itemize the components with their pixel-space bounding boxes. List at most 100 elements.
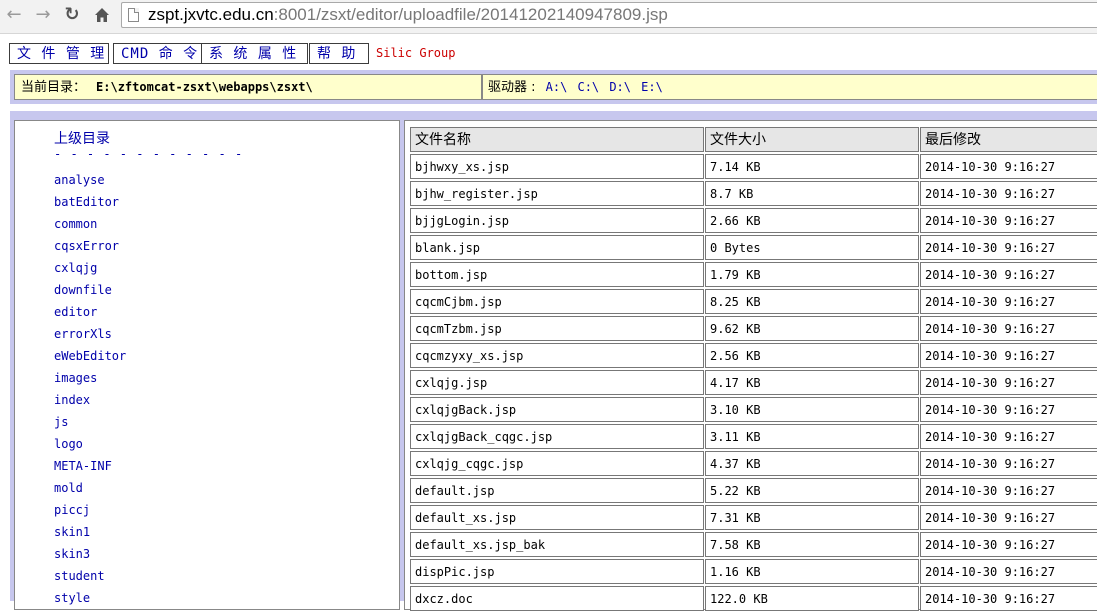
back-arrow-icon[interactable]: ← — [3, 4, 25, 26]
file-size-cell: 7.31 KB — [705, 505, 919, 530]
file-size-cell: 4.37 KB — [705, 451, 919, 476]
drive-link-a[interactable]: A:\ — [546, 80, 568, 94]
file-size-cell: 8.7 KB — [705, 181, 919, 206]
file-manage-button[interactable]: 文 件 管 理 — [9, 43, 109, 64]
folder-tree: 上级目录 - - - - - - - - - - - - analyse batE… — [14, 120, 400, 610]
path-bar: 当前目录： E:\zftomcat-zsxt\webapps\zsxt\ 驱动器 … — [10, 70, 1097, 104]
column-header-size[interactable]: 文件大小 — [705, 127, 919, 152]
file-name-cell[interactable]: default.jsp — [410, 478, 704, 503]
current-directory-value: E:\zftomcat-zsxt\webapps\zsxt\ — [96, 80, 313, 94]
file-modified-cell: 2014-10-30 9:16:27 — [920, 343, 1097, 368]
file-modified-cell: 2014-10-30 9:16:27 — [920, 154, 1097, 179]
system-properties-button[interactable]: 系 统 属 性 — [201, 43, 308, 64]
file-size-cell: 7.14 KB — [705, 154, 919, 179]
drive-link-d[interactable]: D:\ — [609, 80, 631, 94]
folder-link[interactable]: batEditor — [54, 195, 119, 209]
reload-icon[interactable]: ↻ — [61, 4, 83, 26]
folder-link[interactable]: cxlqjg — [54, 261, 97, 275]
file-modified-cell: 2014-10-30 9:16:27 — [920, 370, 1097, 395]
forward-arrow-icon[interactable]: → — [32, 4, 54, 26]
current-directory: 当前目录： E:\zftomcat-zsxt\webapps\zsxt\ — [14, 74, 482, 100]
drives-label: 驱动器 : — [488, 80, 536, 95]
file-name-cell[interactable]: cqcmTzbm.jsp — [410, 316, 704, 341]
file-name-cell[interactable]: default_xs.jsp_bak — [410, 532, 704, 557]
file-name-cell[interactable]: cqcmzyxy_xs.jsp — [410, 343, 704, 368]
file-size-cell: 2.66 KB — [705, 208, 919, 233]
file-modified-cell: 2014-10-30 9:16:27 — [920, 181, 1097, 206]
file-table: 文件名称 文件大小 最后修改 bjhwxy_xs.jsp 7.14 KB 2014-… — [404, 120, 1097, 611]
folder-link[interactable]: analyse — [54, 173, 105, 187]
file-size-cell: 9.62 KB — [705, 316, 919, 341]
file-modified-cell: 2014-10-30 9:16:27 — [920, 424, 1097, 449]
folder-link[interactable]: downfile — [54, 283, 112, 297]
drive-link-e[interactable]: E:\ — [641, 80, 663, 94]
folder-link[interactable]: skin1 — [54, 525, 90, 539]
help-button[interactable]: 帮 助 — [309, 43, 369, 64]
page-icon — [128, 8, 139, 22]
parent-directory-link[interactable]: 上级目录 — [54, 128, 110, 148]
file-modified-cell: 2014-10-30 9:16:27 — [920, 289, 1097, 314]
folder-link[interactable]: piccj — [54, 503, 90, 517]
file-size-cell: 1.16 KB — [705, 559, 919, 584]
tree-separator: - - - - - - - - - - - - — [54, 147, 244, 161]
main-frame: 上级目录 - - - - - - - - - - - - analyse batE… — [10, 111, 1097, 611]
file-size-cell: 5.22 KB — [705, 478, 919, 503]
file-size-cell: 4.17 KB — [705, 370, 919, 395]
folder-link[interactable]: images — [54, 371, 97, 385]
file-size-cell: 0 Bytes — [705, 235, 919, 260]
file-name-cell[interactable]: bjjgLogin.jsp — [410, 208, 704, 233]
browser-toolbar: ← → ↻ zspt.jxvtc.edu.cn:8001/zsxt/editor… — [0, 0, 1097, 34]
drive-link-c[interactable]: C:\ — [577, 80, 599, 94]
file-modified-cell: 2014-10-30 9:16:27 — [920, 235, 1097, 260]
folder-link[interactable]: skin3 — [54, 547, 90, 561]
drives-cell: 驱动器 : A:\ C:\ D:\ E:\ — [482, 74, 1097, 100]
column-header-modified[interactable]: 最后修改 — [920, 127, 1097, 152]
url-text[interactable]: zspt.jxvtc.edu.cn:8001/zsxt/editor/uploa… — [148, 5, 668, 25]
file-name-cell[interactable]: cxlqjg_cqgc.jsp — [410, 451, 704, 476]
folder-link[interactable]: cqsxError — [54, 239, 119, 253]
file-size-cell: 122.0 KB — [705, 586, 919, 611]
folder-link[interactable]: META-INF — [54, 459, 112, 473]
file-name-cell[interactable]: cxlqjgBack_cqgc.jsp — [410, 424, 704, 449]
folder-link[interactable]: index — [54, 393, 90, 407]
folder-link[interactable]: errorXls — [54, 327, 112, 341]
current-directory-label: 当前目录： — [21, 80, 87, 95]
file-name-cell[interactable]: bjhw_register.jsp — [410, 181, 704, 206]
folder-link[interactable]: common — [54, 217, 97, 231]
brand-label: Silic Group — [376, 46, 456, 60]
folder-link[interactable]: student — [54, 569, 105, 583]
cmd-button[interactable]: CMD 命 令 — [113, 43, 203, 64]
file-modified-cell: 2014-10-30 9:16:27 — [920, 532, 1097, 557]
file-size-cell: 3.10 KB — [705, 397, 919, 422]
file-modified-cell: 2014-10-30 9:16:27 — [920, 478, 1097, 503]
folder-link[interactable]: eWebEditor — [54, 349, 126, 363]
file-modified-cell: 2014-10-30 9:16:27 — [920, 262, 1097, 287]
url-host: zspt.jxvtc.edu.cn — [148, 5, 274, 24]
file-modified-cell: 2014-10-30 9:16:27 — [920, 451, 1097, 476]
file-name-cell[interactable]: blank.jsp — [410, 235, 704, 260]
folder-link[interactable]: logo — [54, 437, 83, 451]
file-size-cell: 8.25 KB — [705, 289, 919, 314]
folder-link[interactable]: mold — [54, 481, 83, 495]
file-name-cell[interactable]: dispPic.jsp — [410, 559, 704, 584]
folder-link[interactable]: js — [54, 415, 68, 429]
column-header-name[interactable]: 文件名称 — [410, 127, 704, 152]
url-path: :8001/zsxt/editor/uploadfile/20141202140… — [273, 5, 668, 24]
address-bar[interactable]: zspt.jxvtc.edu.cn:8001/zsxt/editor/uploa… — [121, 2, 1097, 28]
file-modified-cell: 2014-10-30 9:16:27 — [920, 397, 1097, 422]
home-icon[interactable] — [91, 4, 113, 26]
file-modified-cell: 2014-10-30 9:16:27 — [920, 586, 1097, 611]
file-size-cell: 1.79 KB — [705, 262, 919, 287]
file-modified-cell: 2014-10-30 9:16:27 — [920, 316, 1097, 341]
file-name-cell[interactable]: dxcz.doc — [410, 586, 704, 611]
file-name-cell[interactable]: bottom.jsp — [410, 262, 704, 287]
file-size-cell: 2.56 KB — [705, 343, 919, 368]
file-name-cell[interactable]: cxlqjgBack.jsp — [410, 397, 704, 422]
file-name-cell[interactable]: bjhwxy_xs.jsp — [410, 154, 704, 179]
file-size-cell: 3.11 KB — [705, 424, 919, 449]
file-name-cell[interactable]: default_xs.jsp — [410, 505, 704, 530]
file-name-cell[interactable]: cqcmCjbm.jsp — [410, 289, 704, 314]
folder-link[interactable]: editor — [54, 305, 97, 319]
file-name-cell[interactable]: cxlqjg.jsp — [410, 370, 704, 395]
folder-link[interactable]: style — [54, 591, 90, 605]
